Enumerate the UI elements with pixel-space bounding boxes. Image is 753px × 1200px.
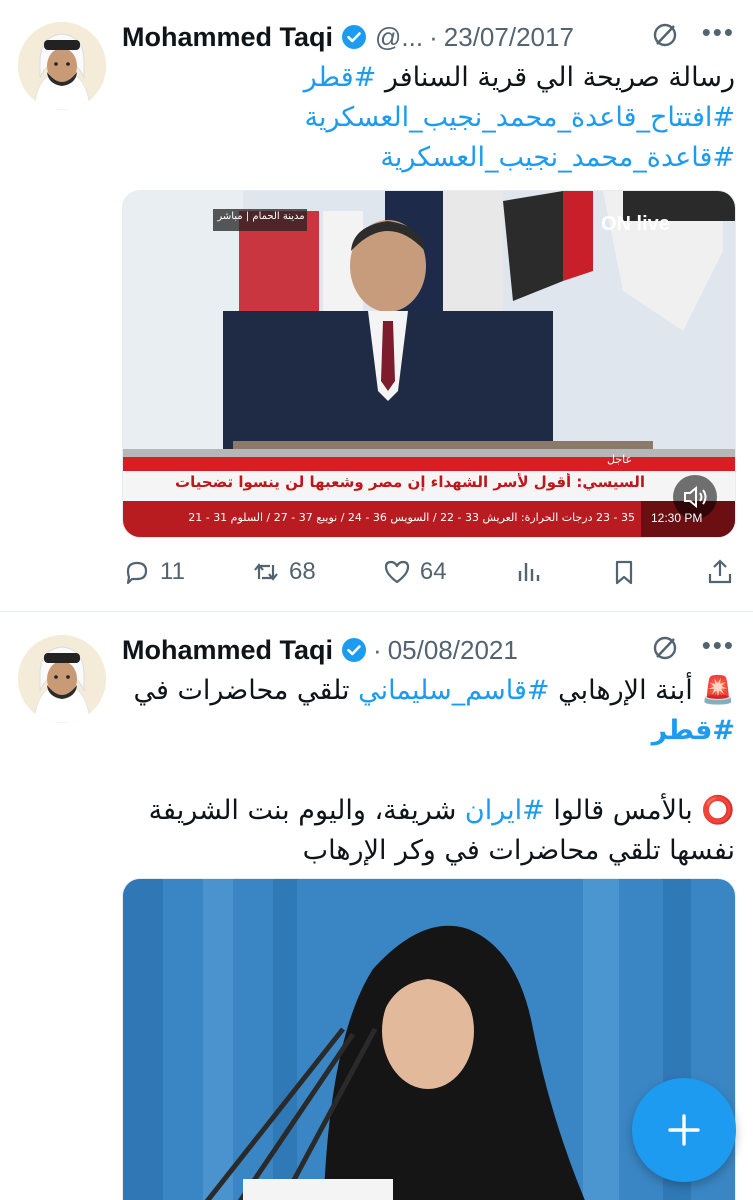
tweet-header: Mohammed Taqi · 05/08/2021 •••: [122, 632, 735, 668]
tweet-paragraph-2: ⭕ بالأمس قالوا #ايران شريفة، واليوم بنت …: [122, 791, 735, 871]
retweet-count: 68: [289, 558, 316, 585]
hashtag-link[interactable]: #افتتاح_قاعدة_محمد_نجيب_العسكرية: [122, 98, 735, 138]
channel-logo: ON live: [601, 213, 670, 235]
hashtag-link[interactable]: #قطر: [652, 715, 735, 746]
no-sign-icon[interactable]: [650, 633, 680, 668]
hashtag-link[interactable]: #ايران: [465, 795, 545, 826]
tweet-paragraph-1: 🚨 أبنة الإرهابي #قاسم_سليماني تلقي محاضر…: [122, 671, 736, 751]
video-headline: السيسي: أقول لأسر الشهداء إن مصر وشعبها …: [175, 473, 645, 491]
author-name[interactable]: Mohammed Taqi: [122, 635, 333, 666]
like-icon: [384, 560, 409, 584]
analytics-button[interactable]: [513, 557, 543, 587]
more-icon[interactable]: •••: [702, 19, 735, 45]
hashtag-link[interactable]: #قاعدة_محمد_نجيب_العسكرية: [122, 138, 735, 178]
text-segment: بالأمس قالوا: [544, 795, 702, 826]
compose-button[interactable]: [632, 1078, 736, 1182]
retweet-icon: [254, 563, 278, 581]
siren-emoji: 🚨: [701, 675, 735, 706]
like-count: 64: [419, 558, 447, 585]
retweet-button[interactable]: 68: [251, 557, 316, 587]
video-player[interactable]: مدينة الحمام | مباشر ON live عاجل السيسي…: [122, 190, 736, 538]
text-segment: تلقي محاضرات في: [133, 675, 359, 706]
separator-dot: ·: [429, 21, 438, 52]
author-name[interactable]: Mohammed Taqi: [122, 22, 333, 53]
author-handle[interactable]: @...: [375, 22, 423, 53]
avatar-image: [18, 22, 106, 110]
avatar[interactable]: [18, 22, 106, 110]
text-segment: رسالة صريحة الي قرية السنافر: [376, 62, 735, 93]
tweet-text: 🚨 أبنة الإرهابي #قاسم_سليماني تلقي محاضر…: [122, 671, 736, 871]
tweet-text-line-1: رسالة صريحة الي قرية السنافر #قطر: [122, 58, 735, 98]
bookmark-button[interactable]: [609, 557, 639, 587]
tweet-actions: 11 68 64: [122, 552, 735, 592]
avatar-image: [18, 635, 106, 723]
hashtag-link[interactable]: #قطر: [304, 62, 377, 93]
reply-icon: [126, 561, 148, 585]
video-time: 12:30 PM: [651, 511, 703, 525]
breaking-label: عاجل: [607, 453, 633, 466]
volume-icon[interactable]: [679, 483, 711, 511]
no-sign-icon[interactable]: [650, 20, 680, 55]
avatar[interactable]: [18, 635, 106, 723]
bookmark-icon: [615, 560, 632, 585]
plus-icon: [668, 1114, 700, 1146]
verified-badge-icon: [341, 637, 367, 663]
more-icon[interactable]: •••: [702, 632, 735, 658]
reply-count: 11: [160, 558, 185, 585]
like-button[interactable]: 64: [382, 557, 447, 587]
verified-badge-icon: [341, 24, 367, 50]
tweet-date[interactable]: 23/07/2017: [444, 22, 574, 53]
reply-button[interactable]: 11: [122, 557, 185, 587]
separator-dot: ·: [373, 634, 382, 665]
tweet-1[interactable]: Mohammed Taqi @... · 23/07/2017 ••• رسال…: [0, 0, 753, 612]
location-caption: مدينة الحمام | مباشر: [217, 211, 305, 222]
share-button[interactable]: [705, 557, 735, 587]
hashtag-link[interactable]: #قاسم_سليماني: [358, 675, 549, 706]
share-icon: [708, 559, 732, 584]
analytics-icon: [518, 563, 539, 581]
video-ticker: 35 - 23 درجات الحرارة: العريش 33 - 22 / …: [188, 511, 635, 524]
tweet-text: رسالة صريحة الي قرية السنافر #قطر #افتتا…: [122, 58, 735, 178]
tweet-date[interactable]: 05/08/2021: [388, 635, 518, 666]
tweet-header: Mohammed Taqi @... · 23/07/2017 •••: [122, 19, 735, 55]
text-segment: أبنة الإرهابي: [549, 675, 702, 706]
circle-emoji: ⭕: [701, 795, 735, 826]
